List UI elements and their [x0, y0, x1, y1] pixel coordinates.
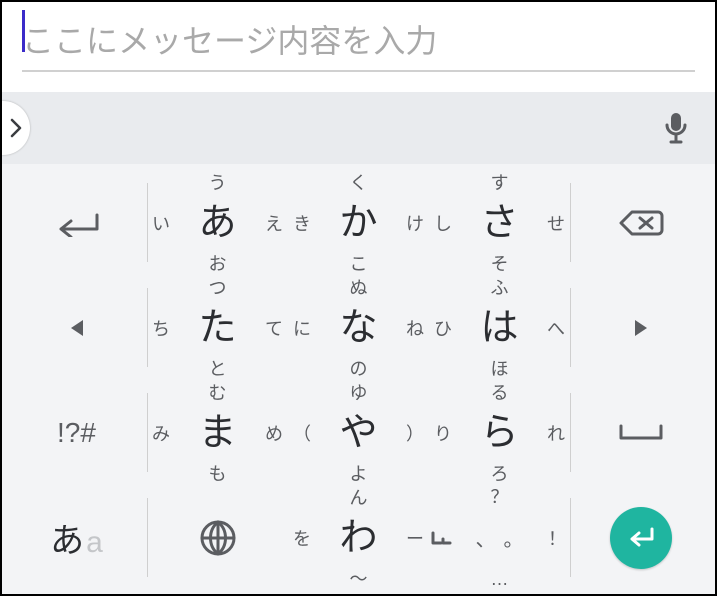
- app-frame: う い あ え お く き か け こ す し: [0, 0, 717, 596]
- backspace-icon: [618, 208, 664, 238]
- globe-key[interactable]: [147, 485, 288, 590]
- reverse-arrow-icon: [51, 209, 103, 237]
- key-row-4: あ a ん を わ ー 〜: [6, 485, 711, 590]
- hint-bottom: お: [209, 250, 227, 276]
- hint-left: い: [152, 210, 170, 236]
- key-ra[interactable]: る り ら れ ろ: [429, 380, 570, 485]
- triangle-left-icon: [67, 316, 87, 340]
- key-a[interactable]: う い あ え お: [147, 170, 288, 275]
- microphone-icon: [663, 111, 689, 145]
- keyboard: う い あ え お く き か け こ す し: [2, 164, 715, 594]
- key-wa[interactable]: ん を わ ー 〜: [288, 485, 429, 590]
- message-input[interactable]: [22, 12, 695, 72]
- key-ma[interactable]: む み ま め も: [147, 380, 288, 485]
- key-na[interactable]: ぬ に な ね の: [288, 275, 429, 380]
- text-cursor: [22, 10, 25, 52]
- key-ya[interactable]: ゆ （ や ） よ: [288, 380, 429, 485]
- key-row-1: う い あ え お く き か け こ す し: [6, 170, 711, 275]
- symbols-label: !?#: [57, 417, 96, 449]
- mode-alt-label: a: [86, 526, 103, 560]
- key-ka[interactable]: く き か け こ: [288, 170, 429, 275]
- suggestion-bar: [2, 92, 715, 164]
- hint-right: え: [265, 210, 283, 236]
- key-ha[interactable]: ふ ひ は へ ほ: [429, 275, 570, 380]
- cursor-left-key[interactable]: [6, 275, 147, 380]
- mode-main-label: あ: [50, 513, 84, 562]
- key-ta[interactable]: つ ち た て と: [147, 275, 288, 380]
- space-icon: [617, 422, 665, 444]
- chevron-right-icon: [8, 116, 24, 140]
- space-key[interactable]: [570, 380, 711, 485]
- key-label: あ: [198, 204, 236, 242]
- key-sa[interactable]: す し さ せ そ: [429, 170, 570, 275]
- punctuation-key[interactable]: ？ 、 。 ！ …: [429, 485, 570, 590]
- backspace-key[interactable]: [570, 170, 711, 275]
- expand-suggestions-button[interactable]: [2, 101, 30, 155]
- key-row-2: つ ち た て と ぬ に な ね の ふ ひ: [6, 275, 711, 380]
- voice-input-button[interactable]: [663, 111, 689, 145]
- message-input-area: [2, 2, 715, 72]
- input-mode-key[interactable]: あ a: [6, 485, 147, 590]
- enter-icon: [624, 525, 658, 551]
- symbols-key[interactable]: !?#: [6, 380, 147, 485]
- triangle-right-icon: [631, 316, 651, 340]
- cursor-right-key[interactable]: [570, 275, 711, 380]
- sokuon-icon: [431, 531, 453, 545]
- enter-key[interactable]: [570, 485, 711, 590]
- reverse-key[interactable]: [6, 170, 147, 275]
- hint-top: う: [209, 169, 227, 195]
- globe-icon: [198, 518, 238, 558]
- key-row-3: !?# む み ま め も ゆ （ や ） よ: [6, 380, 711, 485]
